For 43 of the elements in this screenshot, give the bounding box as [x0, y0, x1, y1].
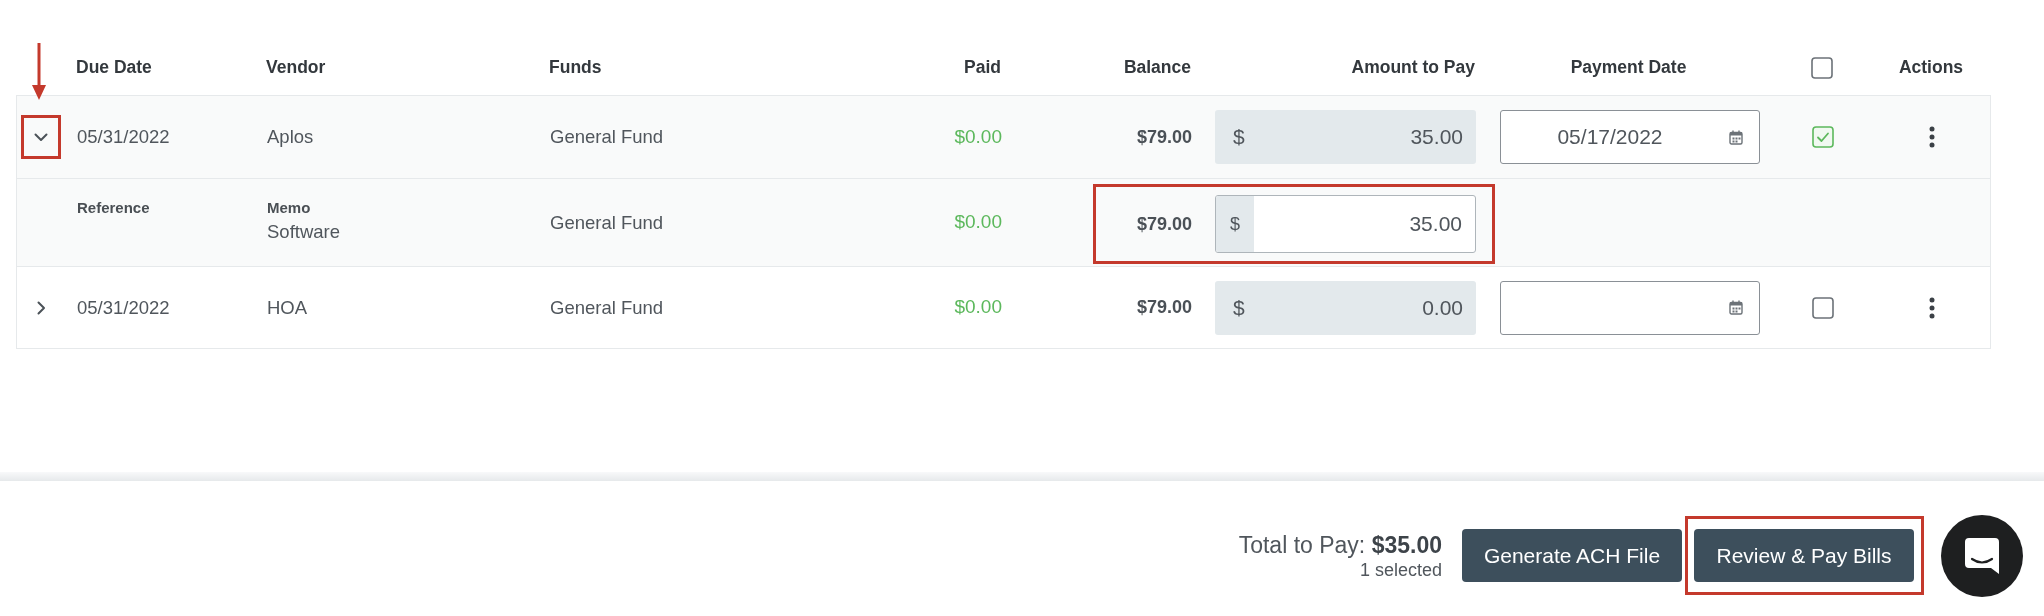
row-checkbox[interactable]: [1811, 126, 1834, 148]
chat-bubble-icon: [1964, 536, 2000, 575]
column-header: Payment Date: [1570, 56, 1687, 80]
footer-button[interactable]: Generate ACH File: [1462, 529, 1682, 582]
row-checkbox[interactable]: [1811, 296, 1834, 319]
currency-prefix: $: [1233, 124, 1245, 151]
calendar-icon: [1729, 129, 1743, 145]
funds-text: General Fund: [550, 125, 664, 150]
currency-prefix: $: [1216, 196, 1254, 252]
column-header: Amount to Pay: [1351, 56, 1475, 80]
calendar-icon: [1729, 300, 1743, 315]
column-header: Paid: [964, 56, 1001, 80]
balance-amount: $79.00: [1136, 296, 1192, 319]
due-date-text: 05/31/2022: [77, 125, 170, 150]
column-header: Funds: [549, 56, 602, 80]
memo-text: Software: [267, 220, 340, 244]
balance-amount: $79.00: [1136, 212, 1192, 236]
chevron-right-icon: [36, 300, 46, 315]
memo-label: Memo: [267, 198, 312, 218]
funds-text: General Fund: [550, 210, 664, 235]
paid-amount: $0.00: [954, 295, 1002, 320]
select-all-checkbox[interactable]: [1810, 56, 1833, 79]
footer-button[interactable]: Review & Pay Bills: [1694, 529, 1914, 582]
reference-label: Reference: [77, 198, 150, 218]
paid-amount: $0.00: [954, 124, 1002, 149]
selected-count-text: 1 selected: [1359, 558, 1442, 581]
paid-amount: $0.00: [954, 210, 1002, 235]
balance-amount: $79.00: [1136, 125, 1192, 149]
currency-prefix: $: [1233, 294, 1245, 321]
payment-date-field[interactable]: [1500, 280, 1760, 335]
vendor-text: HOA: [267, 295, 308, 320]
vendor-text: Aplos: [267, 125, 314, 150]
column-header: Vendor: [266, 56, 326, 80]
payment-date-field[interactable]: 05/17/2022: [1500, 110, 1760, 164]
column-header: Due Date: [76, 56, 152, 80]
due-date-text: 05/31/2022: [77, 295, 170, 320]
chevron-down-icon: [34, 132, 48, 142]
column-header: Balance: [1123, 56, 1191, 80]
more-options-icon[interactable]: [1929, 296, 1935, 319]
total-to-pay-text: Total to Pay: $35.00: [1238, 530, 1442, 559]
more-options-icon[interactable]: [1929, 126, 1935, 148]
column-header: Actions: [1898, 56, 1964, 80]
funds-text: General Fund: [550, 295, 664, 320]
